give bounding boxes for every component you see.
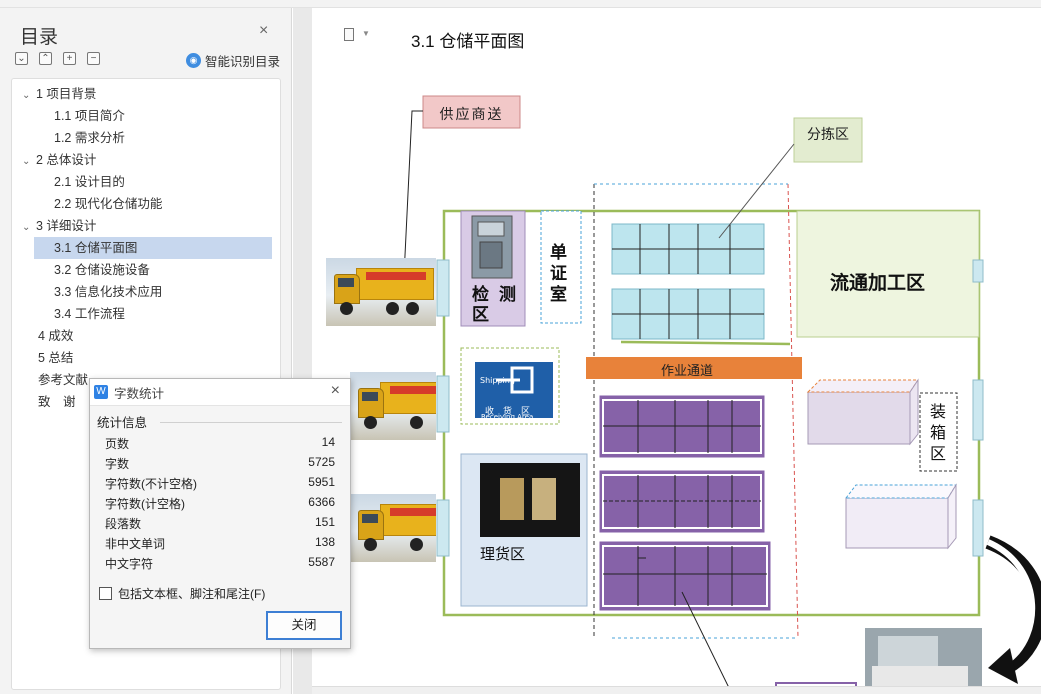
processing-zone-label: 流通加工区 [830,272,926,294]
tally-product-image [480,463,580,537]
supplier-truck-image-1 [326,258,436,326]
teal-shelf-1 [611,223,765,275]
close-button[interactable]: 关闭 [266,611,342,640]
toc-item-2[interactable]: ⌄ 2 总体设计 [22,149,272,171]
stat-row: 段落数 151 [105,515,335,531]
dock-left-2 [436,375,450,433]
stat-row: 字符数(计空格) 6366 [105,495,335,511]
voucher-room-label-3: 室 [550,285,567,305]
warehouse-floor-plan [403,95,1041,694]
remove-heading-icon[interactable]: − [87,52,100,65]
dialog-title: 字数统计 [114,386,165,401]
receiving-sign-top-text: Shipping [480,376,515,385]
smart-recognize-icon: ◉ [186,53,201,68]
close-icon[interactable]: × [331,382,340,400]
section-divider [160,422,342,423]
tally-zone-label: 理货区 [480,545,526,563]
toc-item-3-2[interactable]: 3.2 仓储设施设备 [54,259,272,281]
toc-item-4[interactable]: 4 成效 [38,325,272,347]
dock-right-3 [972,499,984,557]
dock-right-1 [972,259,984,283]
add-heading-icon[interactable]: + [63,52,76,65]
smart-toc-button[interactable]: ◉ 智能识别目录 [186,51,280,70]
work-aisle-label: 作业通道 [661,364,714,379]
include-textbox-checkbox[interactable] [99,587,112,600]
stat-row: 字符数(不计空格) 5951 [105,475,335,491]
stat-row: 非中文单词 138 [105,535,335,551]
toc-item-1[interactable]: ⌄ 1 项目背景 [22,83,272,105]
toc-item-3[interactable]: ⌄ 3 详细设计 [22,215,272,237]
dialog-titlebar[interactable]: W 字数统计 [90,379,350,406]
stats-section-label: 统计信息 [97,416,148,430]
sorting-callout-text: 分拣区 [807,127,849,143]
boxing-zone-label-3: 区 [930,444,947,463]
toc-item-3-3[interactable]: 3.3 信息化技术应用 [54,281,272,303]
include-textbox-option[interactable]: 包括文本框、脚注和尾注(F) [99,585,265,602]
collapse-all-icon[interactable]: ⌄ [15,52,28,65]
supplier-callout-text: 供应商送 [439,107,504,123]
toc-item-5[interactable]: 5 总结 [38,347,272,369]
purple-shelf-1 [598,394,766,459]
dock-left-1 [436,259,450,317]
expand-all-icon[interactable]: ⌃ [39,52,52,65]
green-divider [620,340,791,346]
word-count-dialog: W 字数统计 × 统计信息 页数 14 字数 5725 字符数(不计空格) 5951 … [89,378,351,649]
inspection-zone-label-2: 测 [499,285,516,305]
smart-toc-label: 智能识别目录 [205,55,281,69]
dock-left-3 [436,499,450,557]
toc-item-1-1[interactable]: 1.1 项目简介 [54,105,272,127]
stat-row: 字数 5725 [105,455,335,471]
toc-toolbar: ⌄ ⌃ + − [15,52,100,65]
supplier-truck-image-3 [350,494,436,562]
toc-item-3-1[interactable]: 3.1 仓储平面图 [34,237,272,259]
include-textbox-label: 包括文本框、脚注和尾注(F) [118,587,266,601]
dock-right-2 [972,379,984,441]
inspection-zone-label-3: 区 [472,305,489,325]
toc-item-2-1[interactable]: 2.1 设计目的 [54,171,272,193]
close-icon[interactable]: × [259,22,268,40]
stat-row: 中文字符 5587 [105,555,335,571]
toc-item-3-4[interactable]: 3.4 工作流程 [54,303,272,325]
horizontal-scrollbar[interactable] [312,686,1041,694]
nav-pane-title: 目录 [20,27,59,48]
supplier-truck-image-2 [350,372,436,440]
purple-shelf-2 [598,469,766,534]
chevron-down-icon[interactable]: ⌄ [22,85,36,107]
purple-shelf-3 [598,540,772,612]
wps-writer-icon: W [94,385,108,399]
box-3d-upper [807,391,911,445]
toc-item-2-2[interactable]: 2.2 现代化仓储功能 [54,193,272,215]
chevron-down-icon[interactable]: ⌄ [22,217,36,239]
supplier-callout-line [403,110,423,277]
receiving-sign-en-text: Receiving Area [481,413,534,421]
top-toolbar-strip [0,0,1041,8]
toc-item-1-2[interactable]: 1.2 需求分析 [54,127,272,149]
chevron-down-icon[interactable]: ⌄ [22,151,36,173]
teal-shelf-2 [611,288,765,340]
box-3d-lower [845,497,949,549]
stat-row: 页数 14 [105,435,335,451]
